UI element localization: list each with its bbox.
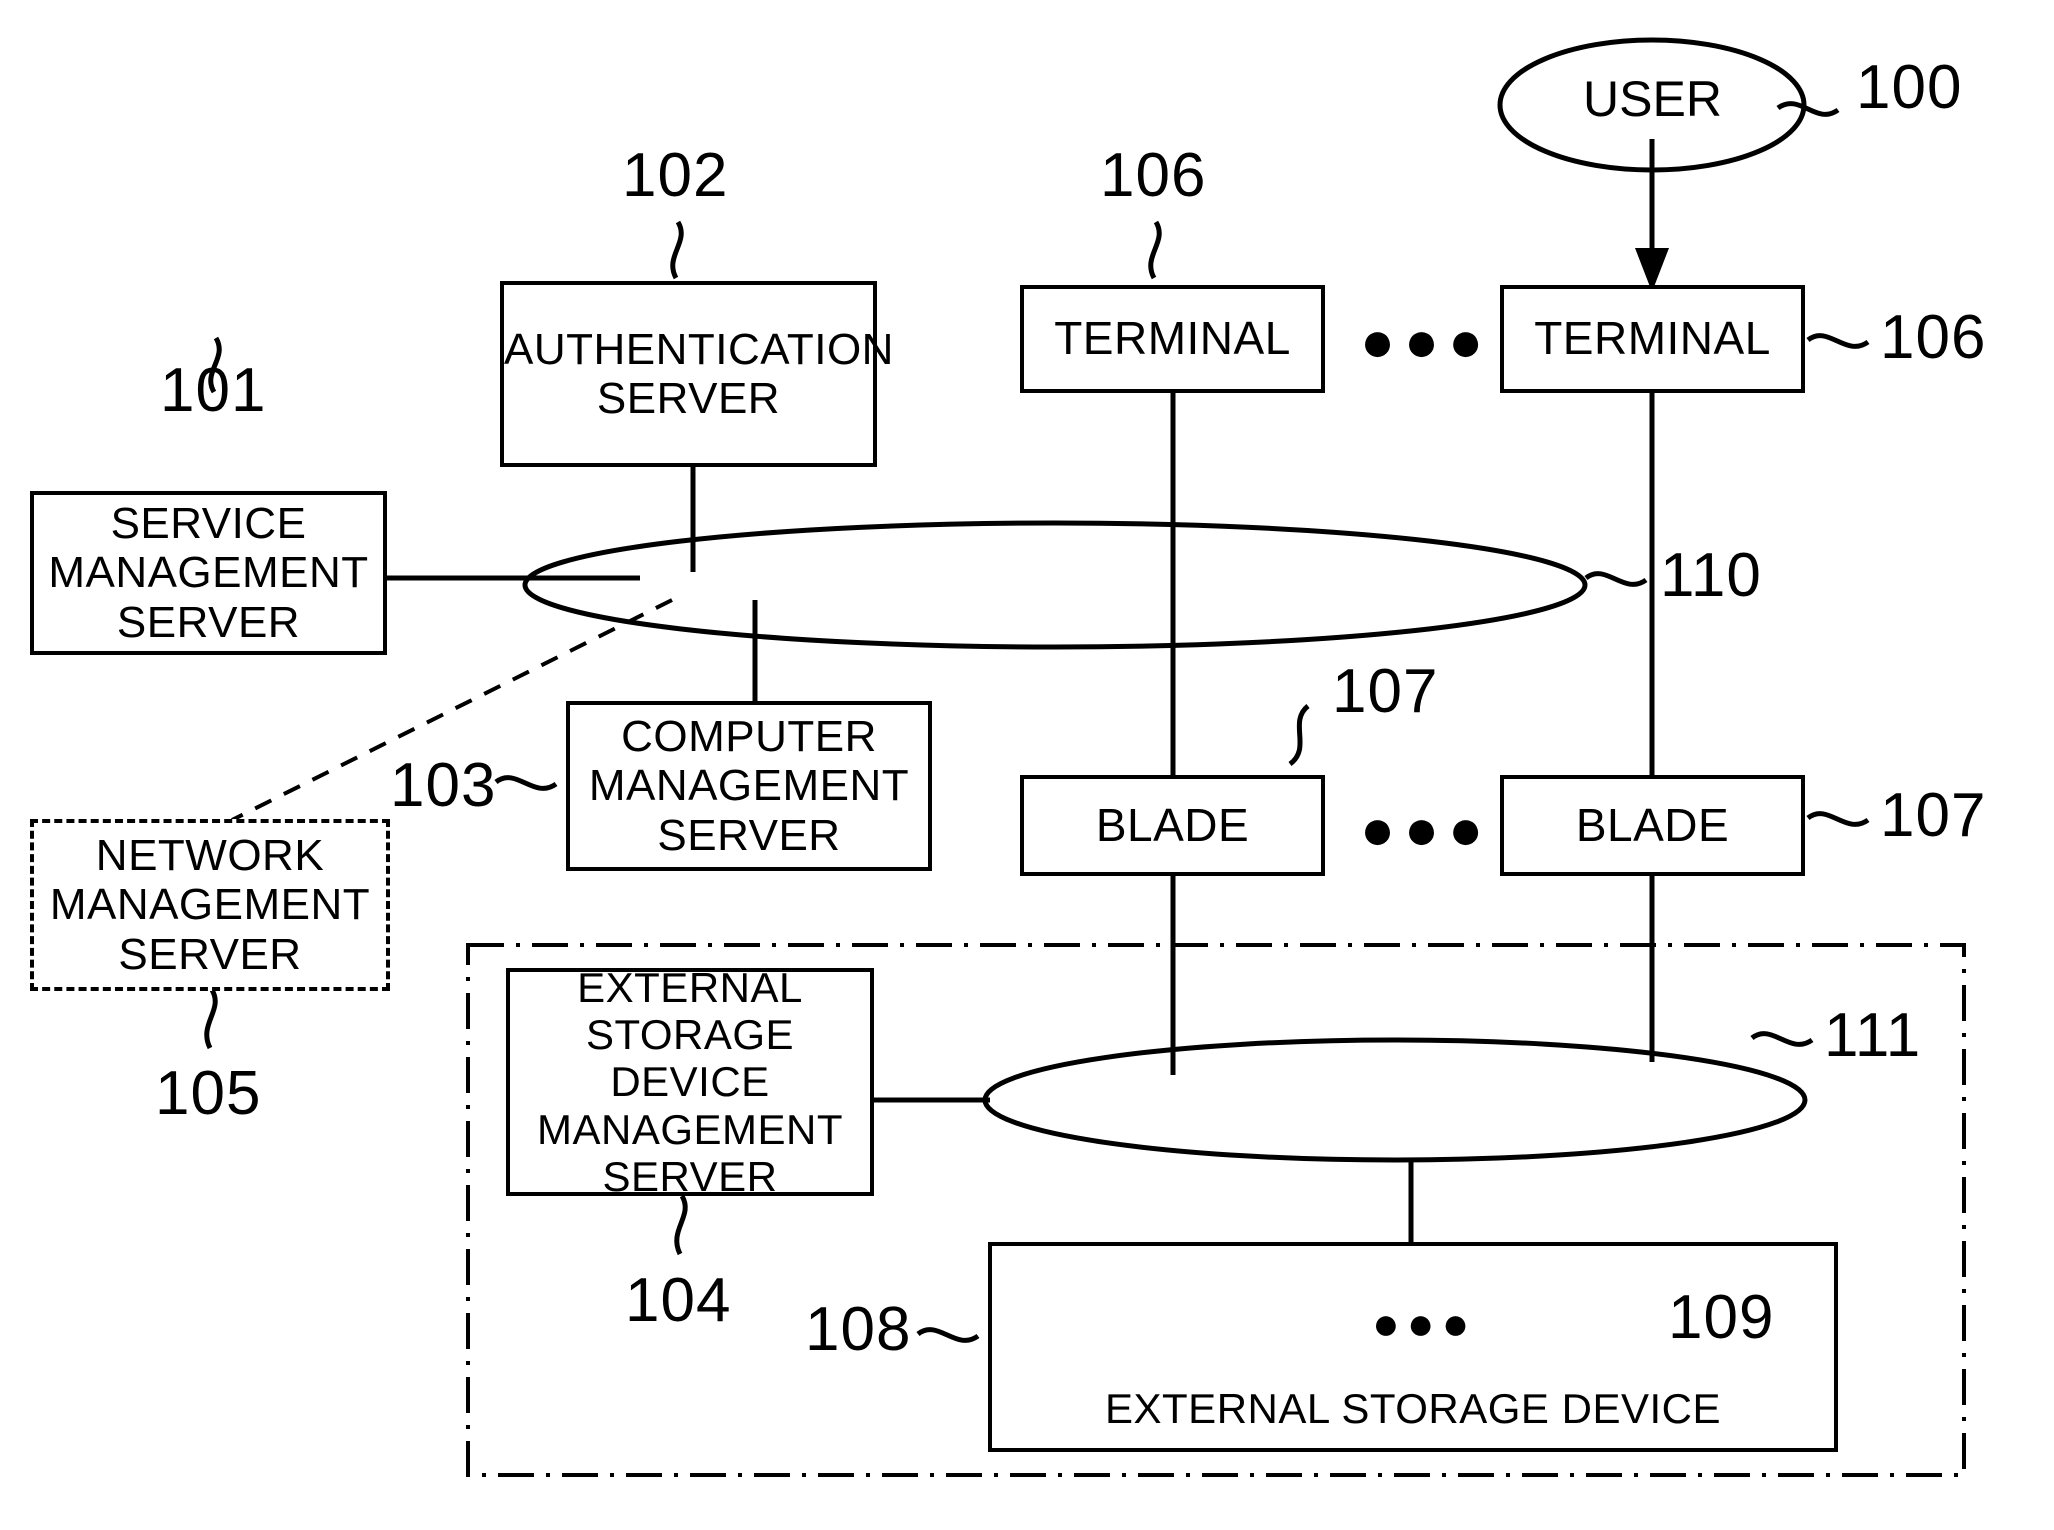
network-management-server-line2: MANAGEMENT <box>49 880 371 930</box>
computer-management-server-line3: SERVER <box>657 810 841 860</box>
service-management-server-line1: SERVICE <box>110 499 307 549</box>
service-management-server-line2: MANAGEMENT <box>48 548 369 598</box>
leader-102 <box>670 220 684 280</box>
leader-106-top <box>1148 220 1162 280</box>
ref-103: 103 <box>390 751 497 820</box>
network-management-server-line3: SERVER <box>118 929 302 979</box>
ref-101: 101 <box>160 356 267 425</box>
leader-111 <box>1750 1031 1814 1047</box>
authentication-server-line1: AUTHENTICATION <box>504 324 894 374</box>
terminal-right-node[interactable]: TERMINAL <box>1500 285 1805 393</box>
ref-106-right: 106 <box>1880 303 1987 372</box>
external-storage-device-label: EXTERNAL STORAGE DEVICE <box>1105 1384 1721 1432</box>
ref-110: 110 <box>1660 541 1762 610</box>
ref-107-right: 107 <box>1880 781 1987 850</box>
blade-left-label: BLADE <box>1095 798 1250 851</box>
ref-100: 100 <box>1856 53 1963 122</box>
disk-ellipsis: ●●● <box>1372 1297 1477 1349</box>
service-management-server-node[interactable]: SERVICE MANAGEMENT SERVER <box>30 491 387 655</box>
ref-106-top: 106 <box>1100 141 1207 210</box>
user-label: USER <box>1583 71 1722 127</box>
esdms-line1: EXTERNAL <box>577 964 803 1012</box>
blade-ellipsis: ●●● <box>1360 797 1493 862</box>
leader-108 <box>916 1327 980 1343</box>
leader-110 <box>1584 571 1648 587</box>
esdms-line3: MANAGEMENT <box>536 1105 843 1153</box>
terminal-left-node[interactable]: TERMINAL <box>1020 285 1325 393</box>
network-management-server-line1: NETWORK <box>95 831 325 881</box>
ref-105: 105 <box>155 1059 262 1128</box>
ref-104: 104 <box>625 1266 732 1335</box>
authentication-server-node[interactable]: AUTHENTICATION SERVER <box>500 281 893 467</box>
leader-104 <box>674 1194 688 1256</box>
figure-canvas: USER SERVICE MANAGEMENT SERVER AUTHENTIC… <box>0 0 2054 1530</box>
computer-management-server-line2: MANAGEMENT <box>588 761 910 811</box>
leader-107-top <box>1288 704 1310 767</box>
blade-right-node[interactable]: BLADE <box>1500 775 1805 876</box>
network-management-server-node[interactable]: NETWORK MANAGEMENT SERVER <box>30 819 390 991</box>
ref-108: 108 <box>805 1295 912 1364</box>
network-ellipse-110 <box>522 520 1588 650</box>
computer-management-server-line1: COMPUTER <box>621 712 877 762</box>
computer-management-server-node[interactable]: COMPUTER MANAGEMENT SERVER <box>566 701 932 871</box>
ref-107-top: 107 <box>1332 657 1439 726</box>
terminal-right-label: TERMINAL <box>1534 312 1771 365</box>
esdms-line2: STORAGE DEVICE <box>585 1011 795 1106</box>
authentication-server-line2: SERVER <box>596 374 781 423</box>
external-storage-device-management-server-node[interactable]: EXTERNAL STORAGE DEVICE MANAGEMENT SERVE… <box>506 964 874 1200</box>
service-management-server-line3: SERVER <box>116 597 301 647</box>
leader-107-right <box>1806 811 1870 827</box>
ref-102: 102 <box>622 141 729 210</box>
blade-right-label: BLADE <box>1575 798 1730 851</box>
ref-111: 111 <box>1824 1001 1922 1070</box>
network-ellipse-111 <box>982 1037 1808 1163</box>
terminal-ellipsis: ●●● <box>1360 309 1493 374</box>
user-ellipse-label: USER <box>1495 70 1810 128</box>
blade-left-node[interactable]: BLADE <box>1020 775 1325 876</box>
ref-109: 109 <box>1668 1283 1775 1352</box>
leader-106-right <box>1806 333 1870 349</box>
esdms-line4: SERVER <box>602 1152 778 1200</box>
terminal-left-label: TERMINAL <box>1054 312 1291 365</box>
leader-105 <box>204 988 218 1050</box>
leader-103 <box>494 775 558 791</box>
